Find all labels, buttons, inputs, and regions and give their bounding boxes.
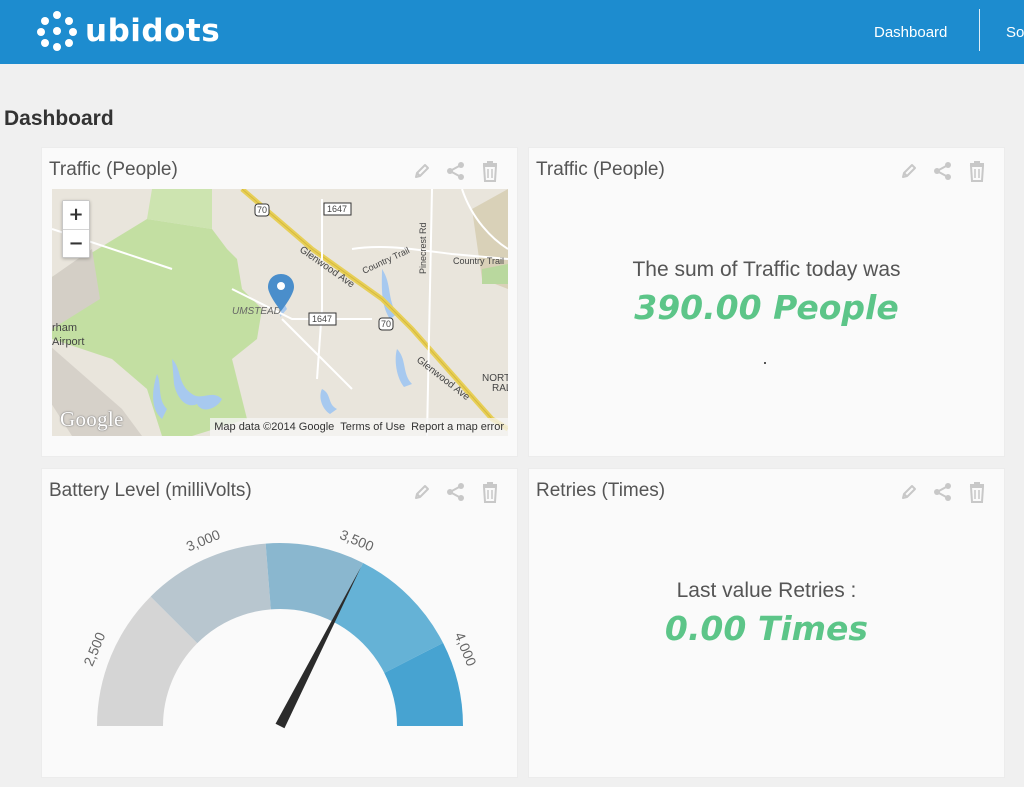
widget-tools xyxy=(898,481,988,503)
battery-gauge: 2,500 3,000 3,500 4,000 xyxy=(80,526,480,729)
nav-divider xyxy=(979,9,980,51)
map-label-ral: RAL xyxy=(492,383,508,394)
stat-value: 390.00 People xyxy=(634,288,899,327)
nav-dashboard-link[interactable]: Dashboard xyxy=(874,0,947,64)
widget-title: Traffic (People) xyxy=(49,159,178,180)
widget-tools xyxy=(898,160,988,182)
gauge-tick-label-3: 4,000 xyxy=(452,630,480,669)
trash-icon[interactable] xyxy=(966,160,988,182)
widget-title: Retries (Times) xyxy=(536,480,666,501)
zoom-out-button[interactable]: − xyxy=(63,229,89,257)
map-label-pinecrest-rd: Pinecrest Rd xyxy=(418,222,428,274)
share-icon[interactable] xyxy=(445,160,467,182)
ubidots-logo-icon xyxy=(37,11,77,51)
top-navbar: ubidots Dashboard So xyxy=(0,0,1024,64)
gauge-tick-label-0: 2,500 xyxy=(80,630,108,669)
pencil-icon[interactable] xyxy=(898,481,920,503)
widget-traffic-sum: Traffic (People) The sum of Traffic toda… xyxy=(528,147,1005,457)
map-label-1647-b: 1647 xyxy=(312,314,332,324)
trash-icon[interactable] xyxy=(966,481,988,503)
map-label-rham: rham xyxy=(52,322,77,334)
gauge-tick-label-1: 3,000 xyxy=(184,526,223,554)
share-icon[interactable] xyxy=(932,481,954,503)
pencil-icon[interactable] xyxy=(411,160,433,182)
widget-tools xyxy=(411,160,501,182)
report-map-error-link[interactable]: Report a map error xyxy=(411,421,504,433)
map-attribution: Map data ©2014 Google Terms of Use Repor… xyxy=(210,418,508,436)
map-label-70: 70 xyxy=(257,205,267,215)
terms-of-use-link[interactable]: Terms of Use xyxy=(340,421,405,433)
widget-title: Traffic (People) xyxy=(536,159,665,180)
widget-retries: Retries (Times) Last value Retries : 0.0… xyxy=(528,468,1005,778)
zoom-in-button[interactable]: + xyxy=(63,201,89,229)
map-data-text: Map data ©2014 Google xyxy=(214,421,335,433)
share-icon[interactable] xyxy=(932,160,954,182)
stat-label: The sum of Traffic today was xyxy=(632,258,901,281)
gauge-tick-label-2: 3,500 xyxy=(338,526,377,554)
brand-name: ubidots xyxy=(85,13,221,49)
stat-value: 0.00 Times xyxy=(664,609,869,648)
map-label-70-b: 70 xyxy=(381,319,391,329)
map-zoom-control: + − xyxy=(62,200,90,258)
widget-battery-gauge: Battery Level (milliVolts) 2,500 3,000 3,5… xyxy=(41,468,518,778)
map-label-umstead: UMSTEAD xyxy=(232,306,281,317)
nav-so-link[interactable]: So xyxy=(1006,0,1024,64)
map-label-airport: Airport xyxy=(52,336,84,348)
map-label-1647: 1647 xyxy=(327,204,347,214)
pencil-icon[interactable] xyxy=(898,160,920,182)
map-view[interactable]: 70 1647 Glenwood Ave Country Trail Pinec… xyxy=(52,189,508,436)
stat-label: Last value Retries : xyxy=(676,579,857,602)
widget-traffic-map: Traffic (People) 70 1647 Glenwood Ave Co… xyxy=(41,147,518,457)
stat-dot xyxy=(764,362,766,364)
ubidots-logo[interactable]: ubidots xyxy=(37,10,220,52)
google-logo[interactable]: Google xyxy=(60,407,124,432)
map-label-country-trail-2: Country Trail xyxy=(453,256,504,266)
trash-icon[interactable] xyxy=(479,160,501,182)
page-title: Dashboard xyxy=(4,107,114,130)
